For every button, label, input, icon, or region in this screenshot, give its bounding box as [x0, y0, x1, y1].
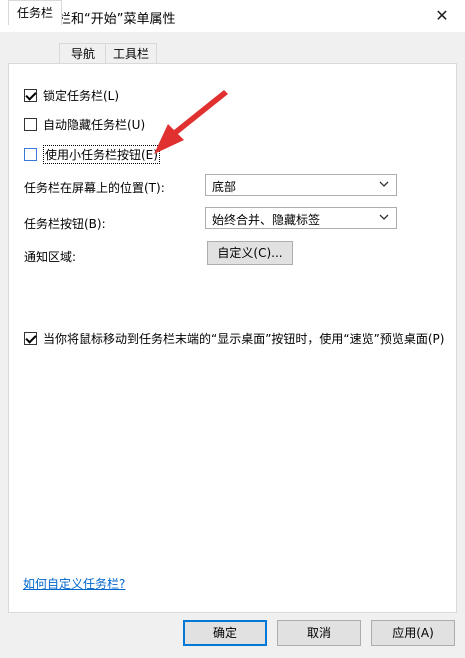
notification-area-label: 通知区域: — [24, 250, 77, 264]
apply-button[interactable]: 应用(A) — [371, 620, 455, 646]
lock-taskbar-checkbox[interactable] — [24, 88, 37, 102]
help-link[interactable]: 如何自定义任务栏? — [23, 575, 125, 592]
tab-toolbars-label: 工具栏 — [112, 47, 149, 61]
auto-hide-option[interactable]: 自动隐藏任务栏(U) — [24, 116, 145, 132]
customize-button[interactable]: 自定义(C)... — [207, 241, 293, 265]
close-icon: ✕ — [435, 6, 449, 25]
buttons-select-value: 始终合并、隐藏标签 — [212, 213, 321, 227]
chevron-down-icon — [379, 214, 389, 220]
chevron-down-icon — [379, 181, 389, 187]
buttons-label: 任务栏按钮(B): — [24, 217, 106, 231]
tab-navigation[interactable]: 导航 — [59, 43, 107, 65]
position-select[interactable]: 底部 — [205, 174, 397, 196]
small-buttons-label: 使用小任务栏按钮(E) — [43, 144, 160, 164]
position-select-value: 底部 — [212, 180, 237, 194]
lock-taskbar-option[interactable]: 锁定任务栏(L) — [24, 87, 119, 103]
close-button[interactable]: ✕ — [419, 0, 465, 32]
tab-navigation-label: 导航 — [70, 47, 95, 61]
peek-label: 当你将鼠标移动到任务栏末端的“显示桌面”按钮时，使用“速览”预览桌面(P) — [43, 331, 445, 346]
ok-button[interactable]: 确定 — [183, 620, 267, 646]
tab-taskbar[interactable]: 任务栏 — [8, 0, 62, 25]
red-arrow-annotation-icon — [154, 90, 228, 154]
small-buttons-option[interactable]: 使用小任务栏按钮(E) — [24, 144, 160, 164]
auto-hide-checkbox[interactable] — [24, 117, 37, 131]
peek-option[interactable]: 当你将鼠标移动到任务栏末端的“显示桌面”按钮时，使用“速览”预览桌面(P) — [24, 330, 444, 346]
peek-checkbox[interactable] — [24, 331, 37, 345]
lock-taskbar-label: 锁定任务栏(L) — [43, 88, 120, 103]
tab-taskbar-label: 任务栏 — [16, 6, 53, 20]
auto-hide-label: 自动隐藏任务栏(U) — [43, 117, 146, 132]
position-label: 任务栏在屏幕上的位置(T): — [24, 181, 165, 195]
buttons-select[interactable]: 始终合并、隐藏标签 — [205, 207, 397, 229]
small-buttons-checkbox[interactable] — [24, 147, 37, 161]
cancel-button[interactable]: 取消 — [277, 620, 361, 646]
tab-toolbars[interactable]: 工具栏 — [105, 43, 157, 65]
title-bar: 任务栏和“开始”菜单属性 ✕ — [0, 0, 465, 32]
